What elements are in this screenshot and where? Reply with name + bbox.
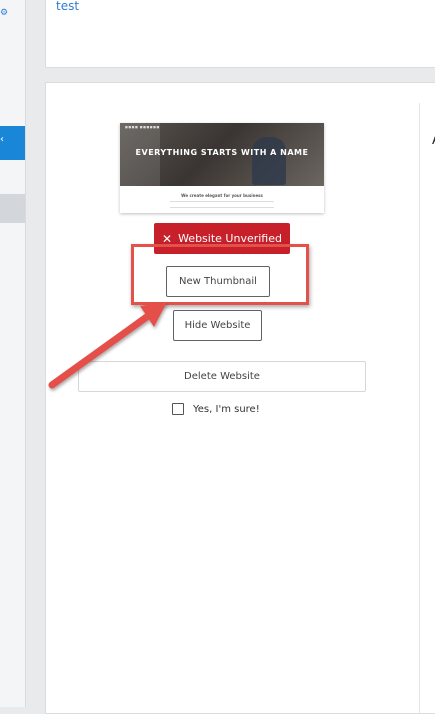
sidebar-item-hovered[interactable] bbox=[0, 194, 25, 223]
settings-icon[interactable]: ⚙ bbox=[0, 8, 10, 18]
confirm-delete-checkbox[interactable] bbox=[172, 403, 184, 415]
thumbnail-brand: ■■■■ ■■■■■■ bbox=[125, 125, 160, 129]
top-panel: test bbox=[45, 0, 435, 68]
delete-website-button[interactable]: Delete Website bbox=[78, 361, 366, 392]
hide-website-button[interactable]: Hide Website bbox=[173, 310, 262, 341]
left-sidebar: ⚙ ‹ bbox=[0, 0, 26, 707]
thumbnail-body-text bbox=[170, 201, 274, 208]
confirm-delete-row: Yes, I'm sure! bbox=[172, 401, 260, 417]
thumbnail-person-figure bbox=[252, 137, 286, 185]
confirm-delete-label: Yes, I'm sure! bbox=[193, 403, 260, 415]
thumbnail-hero-image: ■■■■ ■■■■■■ EVERYTHING STARTS WITH A NAM… bbox=[120, 123, 324, 186]
thumbnail-headline: EVERYTHING STARTS WITH A NAME bbox=[135, 148, 309, 157]
new-thumbnail-button[interactable]: New Thumbnail bbox=[166, 266, 270, 297]
sidebar-item-active[interactable]: ‹ bbox=[0, 126, 25, 160]
website-panel: ■■■■ ■■■■■■ EVERYTHING STARTS WITH A NAM… bbox=[45, 82, 435, 714]
website-thumbnail: ■■■■ ■■■■■■ EVERYTHING STARTS WITH A NAM… bbox=[120, 123, 324, 213]
website-name-link[interactable]: test bbox=[56, 0, 79, 13]
right-column: A bbox=[419, 103, 435, 713]
thumbnail-subheadline: We create elegant for your business bbox=[181, 193, 263, 198]
chevron-icon: ‹ bbox=[0, 134, 4, 145]
